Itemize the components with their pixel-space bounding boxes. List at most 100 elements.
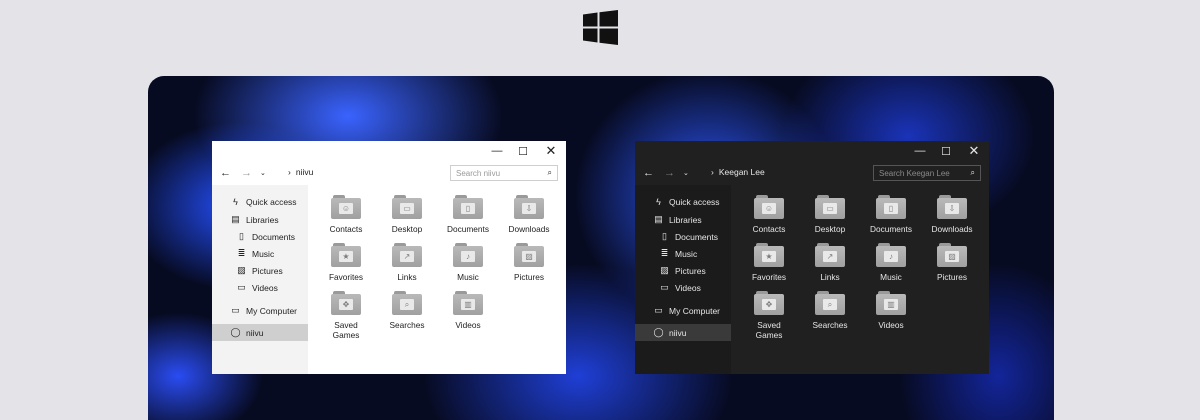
sidebar-item-quick-access[interactable]: ϟ Quick access xyxy=(635,193,731,210)
folder-label: Downloads xyxy=(931,224,973,234)
pictures-folder-icon: ▨ xyxy=(937,243,967,267)
folder-item[interactable]: ▨ Pictures xyxy=(499,243,559,282)
folder-label: Saved Games xyxy=(755,320,783,340)
folder-badge-glyph: ▥ xyxy=(461,299,475,310)
folder-item[interactable]: ↗ Links xyxy=(800,243,860,282)
folder-badge-glyph: ↗ xyxy=(823,251,837,262)
breadcrumb-location[interactable]: Keegan Lee xyxy=(719,167,765,177)
search-icon[interactable]: ⌕ xyxy=(548,168,552,178)
folder-item[interactable]: ↗ Links xyxy=(377,243,437,282)
user-icon: ◯ xyxy=(230,327,241,337)
folder-item[interactable]: ★ Favorites xyxy=(739,243,799,282)
title-bar[interactable]: — ☐ ✕ xyxy=(212,141,566,163)
chevron-right-icon: › xyxy=(711,167,714,177)
close-button[interactable]: ✕ xyxy=(544,143,558,158)
folder-item[interactable]: ▥ Videos xyxy=(438,291,498,330)
windows-logo-icon xyxy=(583,10,618,45)
breadcrumb-location[interactable]: niivu xyxy=(296,167,313,177)
folder-item[interactable]: ☺ Contacts xyxy=(739,195,799,234)
folder-item[interactable]: ⌕ Searches xyxy=(377,291,437,330)
sidebar-item-videos[interactable]: ▭ Videos xyxy=(635,279,731,296)
folder-item[interactable]: ⇩ Downloads xyxy=(922,195,982,234)
folder-label: Saved Games xyxy=(332,320,360,340)
music-icon: ≣ xyxy=(660,248,669,258)
folder-item[interactable]: ▯ Documents xyxy=(438,195,498,234)
sidebar-item-music[interactable]: ≣ Music xyxy=(212,245,308,262)
folder-label: Links xyxy=(820,272,840,282)
forward-arrow-icon[interactable]: → xyxy=(241,166,252,180)
search-placeholder: Search Keegan Lee xyxy=(879,168,950,178)
folder-item[interactable]: ▥ Videos xyxy=(861,291,921,330)
close-button[interactable]: ✕ xyxy=(967,143,981,158)
minimize-button[interactable]: — xyxy=(490,144,504,158)
folder-label: Contacts xyxy=(752,224,786,234)
minimize-button[interactable]: — xyxy=(913,144,927,158)
folder-item[interactable]: ♪ Music xyxy=(861,243,921,282)
libraries-icon: ▤ xyxy=(654,214,663,224)
folder-label: Documents xyxy=(870,224,912,234)
folder-item[interactable]: ♪ Music xyxy=(438,243,498,282)
sidebar-item-pictures[interactable]: ▨ Pictures xyxy=(635,262,731,279)
folder-label: Favorites xyxy=(328,272,364,282)
sidebar-item-music[interactable]: ≣ Music xyxy=(635,245,731,262)
folder-item[interactable]: ✥ Saved Games xyxy=(316,291,376,340)
back-arrow-icon[interactable]: ← xyxy=(220,166,231,180)
folder-badge-glyph: ▭ xyxy=(823,203,837,214)
folder-badge-glyph: ▨ xyxy=(945,251,959,262)
folder-item[interactable]: ⇩ Downloads xyxy=(499,195,559,234)
folder-item[interactable]: ☺ Contacts xyxy=(316,195,376,234)
search-input[interactable]: Search Keegan Lee ⌕ xyxy=(873,165,981,181)
folder-badge-glyph: ✥ xyxy=(762,299,776,310)
chevron-down-icon[interactable]: ⌄ xyxy=(683,166,689,180)
lightning-icon: ϟ xyxy=(233,196,238,207)
pictures-icon: ▨ xyxy=(237,265,246,275)
folder-item[interactable]: ⌕ Searches xyxy=(800,291,860,330)
sidebar-item-my-computer[interactable]: ▭ My Computer xyxy=(212,302,308,319)
title-bar[interactable]: — ☐ ✕ xyxy=(635,141,989,163)
folder-badge-glyph: ▥ xyxy=(884,299,898,310)
folder-view: ☺ Contacts ▭ Desktop ▯ Documents ⇩ Downloads ★ Fa… xyxy=(731,185,989,374)
sidebar-item-niivu[interactable]: ◯ niivu xyxy=(212,324,308,341)
forward-arrow-icon[interactable]: → xyxy=(664,166,675,180)
folder-label: Favorites xyxy=(751,272,787,282)
folder-label: Pictures xyxy=(514,272,544,282)
sidebar-item-documents[interactable]: ▯ Documents xyxy=(635,228,731,245)
folder-badge-glyph: ⇩ xyxy=(945,203,959,214)
search-icon[interactable]: ⌕ xyxy=(971,168,975,178)
sidebar-item-libraries[interactable]: ▤ Libraries xyxy=(212,211,308,228)
folder-item[interactable]: ★ Favorites xyxy=(316,243,376,282)
sidebar-item-niivu[interactable]: ◯ niivu xyxy=(635,324,731,341)
breadcrumb[interactable]: › Keegan Lee xyxy=(711,167,765,177)
folder-item[interactable]: ▭ Desktop xyxy=(377,195,437,234)
file-explorer-window-dark[interactable]: — ☐ ✕ ← → ⌄ › Keegan Lee Search Keegan Lee ⌕ ϟ Quic… xyxy=(635,141,989,374)
sidebar-item-libraries[interactable]: ▤ Libraries xyxy=(635,211,731,228)
breadcrumb[interactable]: › niivu xyxy=(288,167,313,177)
folder-badge-glyph: ▭ xyxy=(400,203,414,214)
sidebar-item-quick-access[interactable]: ϟ Quick access xyxy=(212,193,308,210)
chevron-down-icon[interactable]: ⌄ xyxy=(260,166,266,180)
folder-item[interactable]: ▯ Documents xyxy=(861,195,921,234)
sidebar-item-videos[interactable]: ▭ Videos xyxy=(212,279,308,296)
folder-item[interactable]: ▨ Pictures xyxy=(922,243,982,282)
chevron-right-icon: › xyxy=(288,167,291,177)
file-explorer-window-light[interactable]: — ☐ ✕ ← → ⌄ › niivu Search niivu ⌕ ϟ Quick access ▤ L… xyxy=(212,141,566,374)
back-arrow-icon[interactable]: ← xyxy=(643,166,654,180)
sidebar-item-documents[interactable]: ▯ Documents xyxy=(212,228,308,245)
documents-folder-icon: ▯ xyxy=(453,195,483,219)
music-folder-icon: ♪ xyxy=(876,243,906,267)
folder-label: Videos xyxy=(455,320,481,330)
search-input[interactable]: Search niivu ⌕ xyxy=(450,165,558,181)
maximize-button[interactable]: ☐ xyxy=(939,144,953,158)
folder-badge-glyph: ★ xyxy=(339,251,353,262)
saved-games-folder-icon: ✥ xyxy=(331,291,361,315)
maximize-button[interactable]: ☐ xyxy=(516,144,530,158)
folder-label: Contacts xyxy=(329,224,363,234)
searches-folder-icon: ⌕ xyxy=(815,291,845,315)
sidebar-item-pictures[interactable]: ▨ Pictures xyxy=(212,262,308,279)
folder-badge-glyph: ♪ xyxy=(461,251,475,262)
folder-badge-glyph: ▯ xyxy=(461,203,475,214)
folder-item[interactable]: ▭ Desktop xyxy=(800,195,860,234)
folder-item[interactable]: ✥ Saved Games xyxy=(739,291,799,340)
videos-folder-icon: ▥ xyxy=(453,291,483,315)
sidebar-item-my-computer[interactable]: ▭ My Computer xyxy=(635,302,731,319)
